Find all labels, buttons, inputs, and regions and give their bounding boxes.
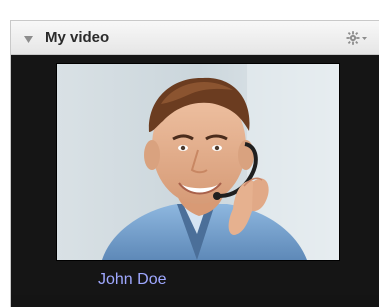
- my-video-panel: My video John Doe: [10, 20, 379, 307]
- participant-name: John Doe: [98, 271, 167, 288]
- panel-titlebar: My video: [11, 21, 379, 55]
- settings-gear-icon[interactable]: [345, 29, 369, 47]
- panel-footer: [11, 295, 379, 307]
- participant-video-image: [57, 64, 339, 260]
- panel-title: My video: [45, 29, 110, 46]
- video-feed[interactable]: [56, 63, 340, 261]
- collapse-icon[interactable]: [23, 32, 34, 43]
